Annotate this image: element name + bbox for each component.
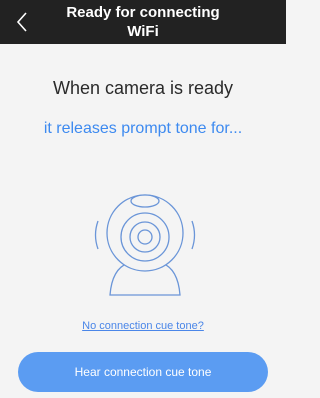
webcam-icon (94, 194, 196, 296)
page-title: Ready for connecting WiFi (66, 4, 220, 40)
back-button[interactable] (8, 6, 36, 38)
camera-ready-heading: When camera is ready (52, 78, 234, 98)
prompt-tone-text: it releases prompt tone for... (43, 120, 243, 137)
no-cue-tone-link[interactable]: No connection cue tone? (0, 320, 286, 332)
hear-cue-tone-button[interactable]: Hear connection cue tone (18, 352, 268, 392)
chevron-left-icon (16, 12, 27, 32)
top-bar: Ready for connecting WiFi (0, 0, 286, 44)
